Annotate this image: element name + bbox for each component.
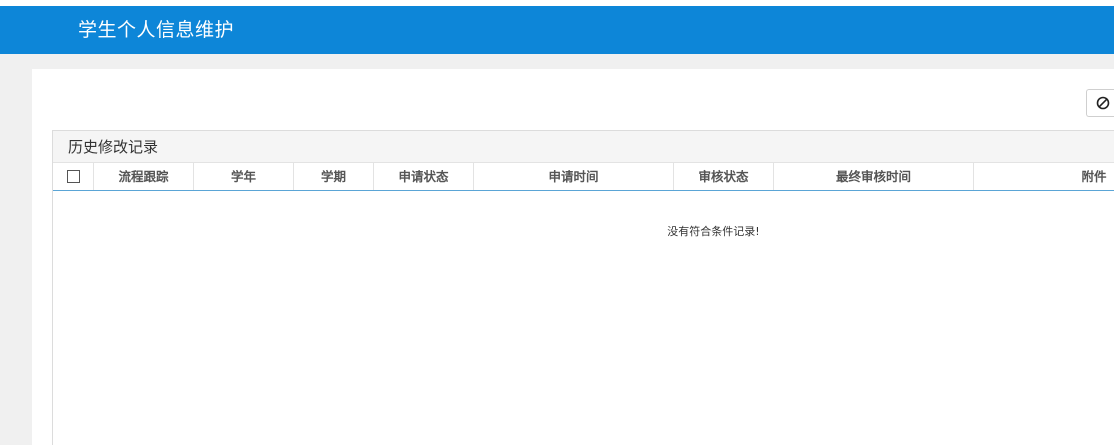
content-panel: 历史修改记录 流程跟踪 学年 学期 申请状态 申请时间 审核状态 最终审核时间 … [32, 69, 1114, 445]
app-header: 学生个人信息维护 [0, 6, 1114, 54]
column-header-academic-year[interactable]: 学年 [194, 163, 294, 190]
column-header-review-status[interactable]: 审核状态 [674, 163, 774, 190]
history-title: 历史修改记录 [68, 138, 159, 156]
select-all-cell [53, 163, 94, 190]
history-panel: 历史修改记录 流程跟踪 学年 学期 申请状态 申请时间 审核状态 最终审核时间 … [52, 130, 1114, 445]
ban-icon [1096, 96, 1110, 110]
select-all-checkbox[interactable] [66, 170, 80, 183]
column-header-apply-status[interactable]: 申请状态 [374, 163, 474, 190]
history-panel-header: 历史修改记录 [53, 131, 1114, 163]
column-header-semester[interactable]: 学期 [294, 163, 374, 190]
column-header-final-review-time[interactable]: 最终审核时间 [774, 163, 974, 190]
cancel-button[interactable] [1086, 89, 1114, 117]
page-title: 学生个人信息维护 [78, 19, 235, 41]
empty-message: 没有符合条件记录! [667, 225, 760, 238]
table-header: 流程跟踪 学年 学期 申请状态 申请时间 审核状态 最终审核时间 附件 [53, 163, 1114, 191]
column-header-attachment[interactable]: 附件 [974, 163, 1114, 190]
column-header-apply-time[interactable]: 申请时间 [474, 163, 674, 190]
column-header-process-tracking[interactable]: 流程跟踪 [94, 163, 194, 190]
